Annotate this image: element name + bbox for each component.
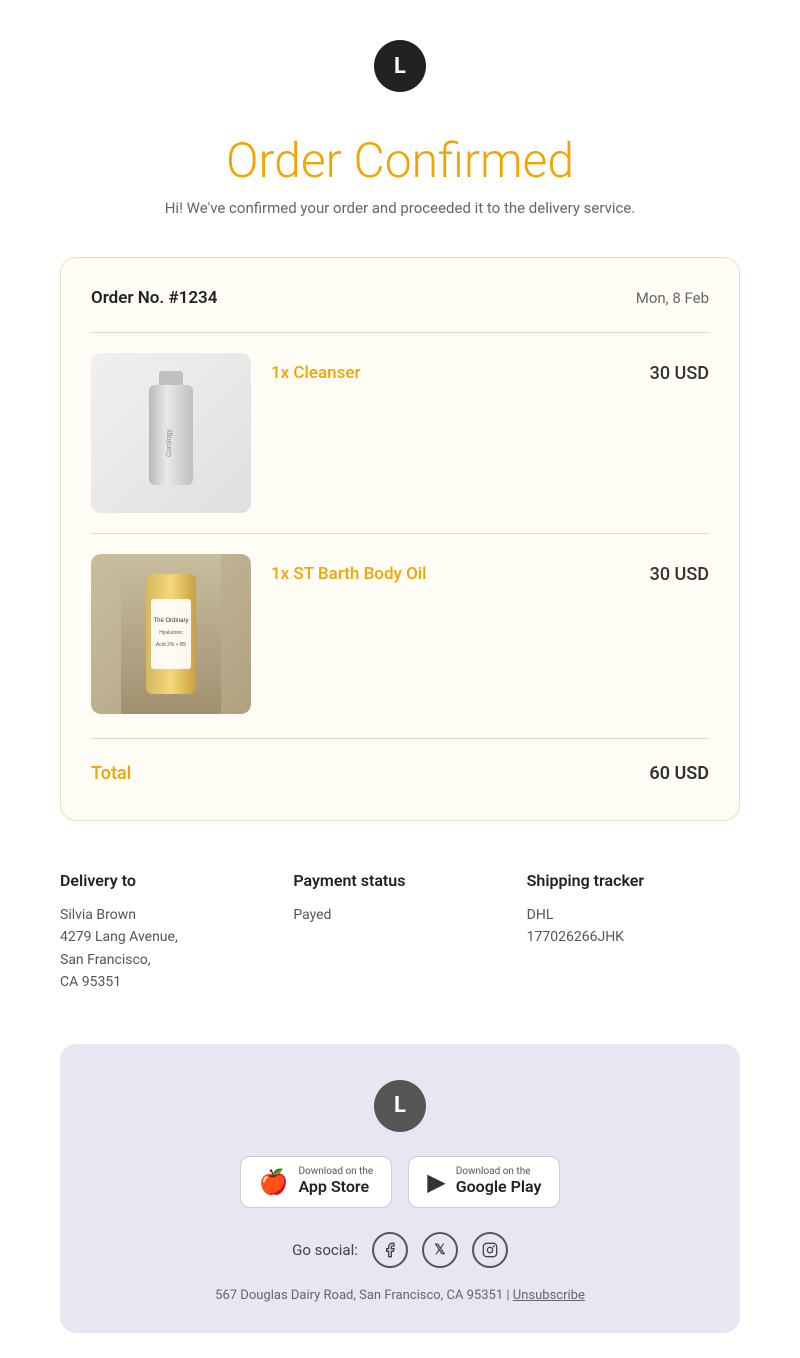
subtitle: Hi! We've confirmed your order and proce…: [0, 199, 800, 217]
app-store-button[interactable]: 🍎 Download on the App Store: [240, 1156, 393, 1209]
order-item-cleanser: Curology 1x Cleanser 30 USD: [91, 332, 709, 533]
header-logo: L: [374, 40, 426, 92]
footer: L 🍎 Download on the App Store ▶ Download…: [60, 1044, 740, 1334]
item-details-cleanser: 1x Cleanser: [251, 353, 609, 393]
product-image-cleanser: Curology: [91, 353, 251, 513]
x-twitter-icon[interactable]: 𝕏: [422, 1232, 458, 1268]
order-item-oil: The Ordinary Hyaluronic Acid 2% + B5 1x …: [91, 533, 709, 734]
google-play-small: Download on the: [456, 1167, 542, 1177]
header: L: [0, 0, 800, 122]
total-label: Total: [91, 763, 131, 784]
social-label: Go social:: [292, 1241, 358, 1259]
payment-col: Payment status Payed: [293, 871, 506, 994]
svg-text:Hyaluronic: Hyaluronic: [159, 630, 183, 636]
item-price-cleanser: 30 USD: [609, 353, 709, 384]
shipping-heading: Shipping tracker: [527, 871, 740, 890]
delivery-heading: Delivery to: [60, 871, 273, 890]
info-section: Delivery to Silvia Brown 4279 Lang Avenu…: [0, 851, 800, 1034]
svg-text:The Ordinary: The Ordinary: [153, 618, 188, 624]
shipping-col: Shipping tracker DHL 177026266JHK: [527, 871, 740, 994]
footer-logo-container: L: [80, 1080, 720, 1132]
item-price-oil: 30 USD: [609, 554, 709, 585]
google-play-icon: ▶: [427, 1168, 445, 1196]
instagram-icon[interactable]: [472, 1232, 508, 1268]
svg-text:Curology: Curology: [166, 428, 173, 457]
app-store-text: Download on the App Store: [298, 1167, 373, 1198]
delivery-address1: 4279 Lang Avenue,: [60, 926, 273, 948]
item-name-cleanser: 1x Cleanser: [271, 363, 360, 383]
delivery-col: Delivery to Silvia Brown 4279 Lang Avenu…: [60, 871, 273, 994]
footer-logo: L: [374, 1080, 426, 1132]
delivery-address2: San Francisco,: [60, 949, 273, 971]
payment-heading: Payment status: [293, 871, 506, 890]
app-store-large: App Store: [298, 1177, 373, 1198]
item-name-oil: 1x ST Barth Body Oil: [271, 564, 426, 584]
title-section: Order Confirmed Hi! We've confirmed your…: [0, 122, 800, 237]
shipping-carrier: DHL: [527, 904, 740, 926]
product-image-oil: The Ordinary Hyaluronic Acid 2% + B5: [91, 554, 251, 714]
apple-icon: 🍎: [259, 1168, 289, 1196]
svg-text:Acid 2% + B5: Acid 2% + B5: [156, 642, 186, 648]
shipping-tracking: 177026266JHK: [527, 926, 740, 948]
oil-svg: The Ordinary Hyaluronic Acid 2% + B5: [121, 554, 221, 714]
google-play-button[interactable]: ▶ Download on the Google Play: [408, 1156, 560, 1209]
footer-address: 567 Douglas Dairy Road, San Francisco, C…: [80, 1288, 720, 1303]
order-card: Order No. #1234 Mon, 8 Feb Curology: [60, 257, 740, 821]
page-title: Order Confirmed: [0, 132, 800, 189]
app-buttons: 🍎 Download on the App Store ▶ Download o…: [80, 1156, 720, 1209]
google-play-large: Google Play: [456, 1177, 542, 1198]
google-play-text: Download on the Google Play: [456, 1167, 542, 1198]
order-total: Total 60 USD: [91, 738, 709, 790]
delivery-address3: CA 95351: [60, 971, 273, 993]
total-price: 60 USD: [649, 763, 709, 784]
order-header: Order No. #1234 Mon, 8 Feb: [91, 288, 709, 308]
item-details-oil: 1x ST Barth Body Oil: [251, 554, 609, 594]
social-row: Go social: 𝕏: [80, 1232, 720, 1268]
order-date: Mon, 8 Feb: [636, 289, 709, 307]
facebook-icon[interactable]: [372, 1232, 408, 1268]
app-store-small: Download on the: [298, 1167, 373, 1177]
unsubscribe-link[interactable]: Unsubscribe: [513, 1288, 585, 1303]
cleanser-svg: Curology: [131, 363, 211, 503]
delivery-name: Silvia Brown: [60, 904, 273, 926]
order-number: Order No. #1234: [91, 288, 217, 308]
payment-status: Payed: [293, 904, 506, 926]
